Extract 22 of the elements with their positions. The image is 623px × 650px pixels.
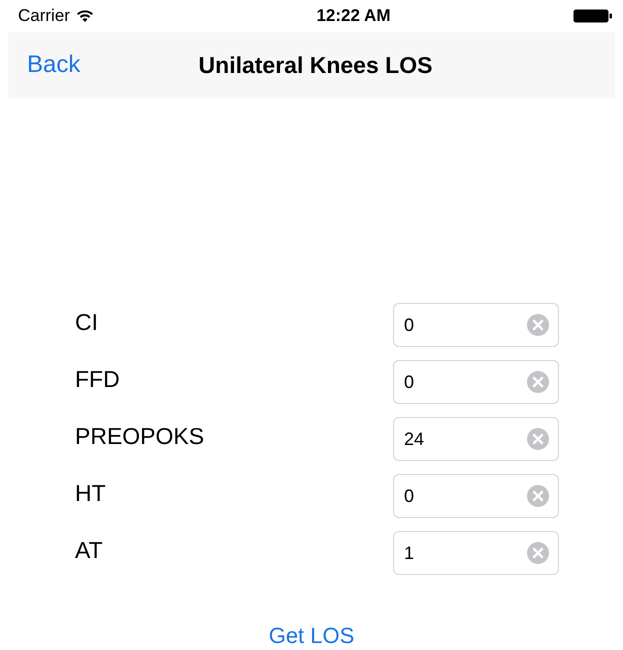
input-field[interactable]: 0 bbox=[393, 360, 559, 404]
clear-icon[interactable] bbox=[527, 428, 549, 450]
wifi-icon bbox=[76, 10, 94, 22]
field-label: AT bbox=[75, 537, 103, 564]
battery-icon bbox=[573, 9, 613, 23]
clear-icon[interactable] bbox=[527, 485, 549, 507]
clear-icon[interactable] bbox=[527, 371, 549, 393]
get-los-button[interactable]: Get LOS bbox=[268, 623, 354, 649]
carrier-name: Carrier bbox=[18, 6, 70, 26]
input-field[interactable]: 1 bbox=[393, 531, 559, 575]
screen-title: Unilateral Knees LOS bbox=[198, 52, 432, 78]
input-field[interactable]: 0 bbox=[393, 303, 559, 347]
clear-icon[interactable] bbox=[527, 542, 549, 564]
clear-icon[interactable] bbox=[527, 314, 549, 336]
back-button[interactable]: Back bbox=[8, 51, 80, 79]
clock-time: 12:22 AM bbox=[316, 6, 390, 26]
input-field[interactable]: 24 bbox=[393, 417, 559, 461]
field-label: FFD bbox=[75, 366, 120, 393]
field-label: PREOPOKS bbox=[75, 423, 204, 450]
field-label: CI bbox=[75, 309, 98, 336]
input-field[interactable]: 0 bbox=[393, 474, 559, 518]
field-label: HT bbox=[75, 480, 106, 507]
